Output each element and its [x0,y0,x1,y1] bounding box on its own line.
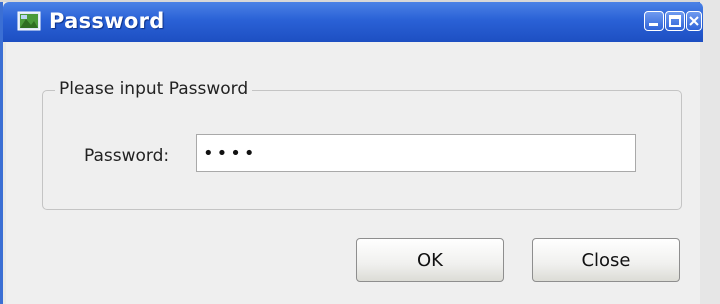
minimize-icon [649,23,658,26]
background-edge [700,0,720,304]
password-dialog: Password Please input Password Password: [0,2,703,304]
password-input[interactable] [196,134,636,172]
groupbox-legend: Please input Password [55,79,253,99]
close-button[interactable]: Close [532,238,680,282]
ok-button-label: OK [417,249,443,271]
close-window-button[interactable] [686,11,702,31]
ok-button[interactable]: OK [356,238,504,282]
close-icon [689,16,699,26]
maximize-button[interactable] [665,11,685,31]
close-button-label: Close [581,249,631,271]
password-label: Password: [84,146,170,166]
window-title: Password [49,9,165,33]
app-icon [17,10,41,32]
dialog-body: Please input Password Password: OK Close [6,42,700,304]
title-bar[interactable]: Password [3,2,703,42]
minimize-button[interactable] [644,11,664,31]
maximize-icon [669,15,681,27]
